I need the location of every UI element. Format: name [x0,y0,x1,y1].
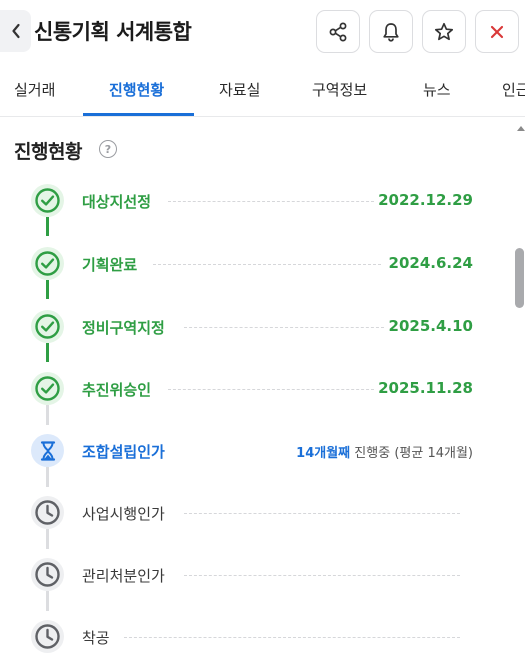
close-icon [490,25,504,38]
section-title: 진행현황 [14,141,82,163]
share-button[interactable] [316,10,360,53]
bell-icon [383,22,399,42]
tab-progress[interactable]: 진행현황 [109,79,164,100]
scroll-up-arrow-icon[interactable] [517,126,525,131]
app-header: 신통기획 서계통합 [0,0,525,66]
step-done-indicator [31,310,64,343]
leader-line [168,201,374,202]
step-label: 사업시행인가 [82,505,165,523]
help-icon[interactable]: ? [99,140,117,158]
favorite-button[interactable] [422,10,466,53]
leader-line [168,389,374,390]
step-pending-indicator [31,620,64,653]
leader-line [184,327,384,328]
step-done-indicator [31,247,64,280]
timeline-connector [46,343,49,362]
notification-button[interactable] [369,10,413,53]
leader-line [124,637,460,638]
leader-line [184,575,460,576]
step-pending-indicator [31,496,64,529]
tab-bar: 실거래 진행현황 자료실 구역정보 뉴스 인근 [0,66,525,117]
leader-line [184,513,460,514]
tab-nearby[interactable]: 인근 [502,79,525,100]
step-label: 기획완료 [82,256,138,274]
status-text: 진행중 [354,446,391,461]
back-button[interactable] [0,10,31,52]
check-circle-icon [35,376,60,401]
step-date: 2022.12.29 [378,191,473,209]
check-circle-icon [35,314,60,339]
step-status: 14개월째 진행중 (평균 14개월) [296,442,473,461]
clock-icon [35,562,60,587]
step-date: 2025.4.10 [388,317,473,335]
step-done-indicator [31,184,64,217]
star-icon [434,22,454,40]
help-icon-glyph: ? [104,142,112,156]
timeline-connector [46,405,49,425]
step-pending-indicator [31,558,64,591]
chevron-left-icon [11,23,20,39]
timeline-connector [46,529,49,549]
timeline-connector [46,467,49,487]
active-tab-indicator [83,113,194,116]
clock-icon [35,500,60,525]
step-label: 착공 [82,629,110,647]
step-label: 추진위승인 [82,381,152,399]
step-done-indicator [31,372,64,405]
step-label: 조합설립인가 [82,443,165,461]
step-date: 2024.6.24 [388,254,473,272]
step-label: 대상지선정 [82,193,152,211]
check-circle-icon [35,251,60,276]
elapsed-months: 14개월째 [296,446,351,461]
tab-zone-info[interactable]: 구역정보 [312,79,367,100]
step-label: 정비구역지정 [82,319,165,337]
tab-transactions[interactable]: 실거래 [14,79,55,100]
timeline-connector [46,591,49,611]
timeline-connector [46,217,49,236]
scrollbar-thumb[interactable] [515,248,524,308]
timeline-connector [46,280,49,299]
average-duration: (평균 14개월) [394,446,473,461]
tab-documents[interactable]: 자료실 [219,79,260,100]
step-label: 관리처분인가 [82,567,165,585]
leader-line [153,264,381,265]
tab-news[interactable]: 뉴스 [423,79,451,100]
step-current-indicator [31,434,64,467]
hourglass-icon [40,440,55,461]
close-button[interactable] [475,10,519,53]
share-icon [329,22,347,41]
page-title: 신통기획 서계통합 [34,20,192,44]
step-date: 2025.11.28 [378,379,473,397]
clock-icon [35,624,60,649]
scrollbar[interactable] [514,117,525,661]
check-circle-icon [35,188,60,213]
